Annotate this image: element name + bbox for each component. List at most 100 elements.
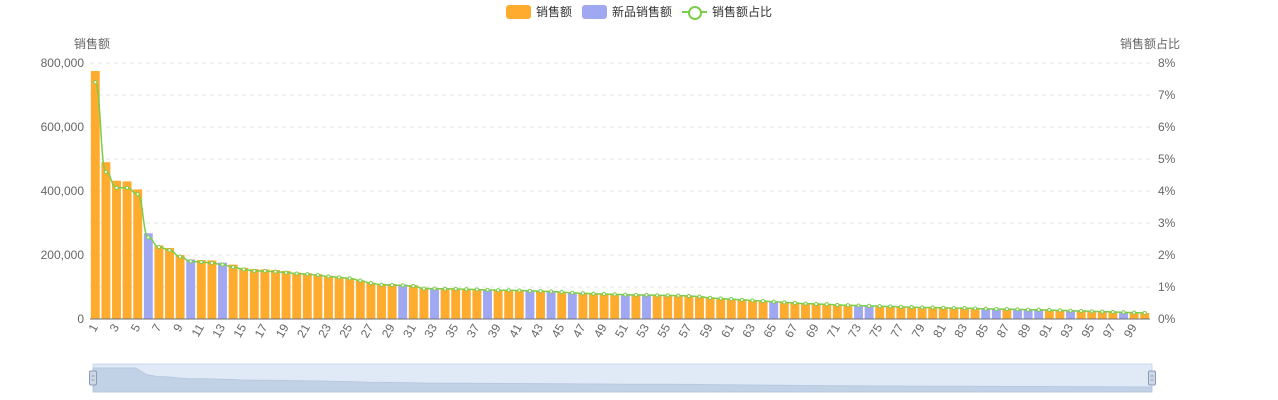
sales-bar[interactable] xyxy=(578,293,588,319)
sales-bar[interactable] xyxy=(493,289,503,319)
ratio-point[interactable] xyxy=(549,289,554,294)
ratio-point[interactable] xyxy=(962,306,967,311)
ratio-point[interactable] xyxy=(633,292,639,298)
ratio-point[interactable] xyxy=(835,302,840,308)
sales-bar[interactable] xyxy=(461,288,471,319)
ratio-point[interactable] xyxy=(103,169,109,174)
ratio-point[interactable] xyxy=(241,267,246,272)
ratio-point[interactable] xyxy=(1015,307,1020,312)
new-sales-bar[interactable] xyxy=(430,287,439,319)
sales-bar[interactable] xyxy=(811,303,821,319)
ratio-point[interactable] xyxy=(167,248,172,253)
sales-bar[interactable] xyxy=(536,291,545,319)
ratio-point[interactable] xyxy=(665,293,670,298)
sales-bar[interactable] xyxy=(239,267,249,319)
sales-bar[interactable] xyxy=(716,298,726,319)
ratio-point[interactable] xyxy=(1047,307,1052,313)
sales-bar[interactable] xyxy=(302,273,312,319)
ratio-point[interactable] xyxy=(845,303,851,308)
ratio-point[interactable] xyxy=(379,282,384,287)
ratio-point[interactable] xyxy=(464,287,469,292)
sales-bar[interactable] xyxy=(695,296,704,319)
sales-bar[interactable] xyxy=(122,181,132,319)
ratio-point[interactable] xyxy=(220,262,225,267)
sales-bar[interactable] xyxy=(112,180,121,319)
sales-bar[interactable] xyxy=(355,280,365,319)
ratio-point[interactable] xyxy=(1026,307,1031,312)
sales-bar[interactable] xyxy=(377,283,386,319)
ratio-point[interactable] xyxy=(411,283,416,289)
ratio-point[interactable] xyxy=(337,275,342,280)
sales-bar[interactable] xyxy=(345,278,355,319)
ratio-point[interactable] xyxy=(570,290,575,295)
sales-bar[interactable] xyxy=(673,295,683,319)
sales-bar[interactable] xyxy=(281,271,291,319)
sales-bar[interactable] xyxy=(90,71,100,319)
ratio-point[interactable] xyxy=(1089,309,1094,314)
ratio-point[interactable] xyxy=(771,299,776,304)
ratio-point[interactable] xyxy=(538,289,543,294)
sales-bar[interactable] xyxy=(514,290,524,319)
new-sales-bar[interactable] xyxy=(218,262,227,319)
new-sales-bar[interactable] xyxy=(769,301,779,319)
ratio-point[interactable] xyxy=(517,288,522,293)
ratio-point[interactable] xyxy=(983,306,988,311)
ratio-point[interactable] xyxy=(178,254,183,259)
new-sales-bar[interactable] xyxy=(398,284,408,319)
ratio-point[interactable] xyxy=(761,298,766,304)
sales-bar[interactable] xyxy=(589,293,598,319)
sales-bar[interactable] xyxy=(366,282,376,319)
ratio-point[interactable] xyxy=(856,303,861,308)
zoom-handle-left[interactable] xyxy=(89,370,97,386)
ratio-point[interactable] xyxy=(612,292,617,297)
sales-bar[interactable] xyxy=(726,299,736,319)
ratio-point[interactable] xyxy=(930,305,935,310)
ratio-point[interactable] xyxy=(1142,310,1147,316)
sales-bar[interactable] xyxy=(334,277,344,319)
ratio-point[interactable] xyxy=(994,306,999,312)
sales-bar[interactable] xyxy=(801,303,810,319)
ratio-point[interactable] xyxy=(114,185,119,190)
ratio-point[interactable] xyxy=(368,281,373,286)
ratio-point[interactable] xyxy=(1004,306,1010,312)
ratio-point[interactable] xyxy=(305,272,310,277)
sales-bar[interactable] xyxy=(631,295,641,319)
ratio-point[interactable] xyxy=(697,294,702,299)
ratio-point[interactable] xyxy=(146,235,151,240)
sales-bar[interactable] xyxy=(599,294,609,319)
sales-bar[interactable] xyxy=(260,269,270,319)
ratio-point[interactable] xyxy=(951,306,957,311)
ratio-point[interactable] xyxy=(284,270,289,275)
new-sales-bar[interactable] xyxy=(525,290,535,319)
ratio-point[interactable] xyxy=(262,268,267,274)
ratio-point[interactable] xyxy=(390,282,395,288)
sales-bar[interactable] xyxy=(228,264,238,319)
ratio-point[interactable] xyxy=(941,305,946,310)
ratio-point[interactable] xyxy=(623,292,628,297)
sales-bar[interactable] xyxy=(133,189,143,319)
ratio-point[interactable] xyxy=(824,302,829,307)
ratio-point[interactable] xyxy=(814,301,819,307)
sales-bar[interactable] xyxy=(165,247,174,319)
ratio-point[interactable] xyxy=(1132,310,1137,315)
ratio-point[interactable] xyxy=(792,300,798,306)
ratio-point[interactable] xyxy=(888,304,893,309)
ratio-point[interactable] xyxy=(294,271,299,276)
sales-bar[interactable] xyxy=(779,302,789,319)
ratio-point[interactable] xyxy=(898,304,904,309)
ratio-point[interactable] xyxy=(803,301,808,306)
sales-bar[interactable] xyxy=(790,303,800,319)
sales-bar[interactable] xyxy=(684,295,694,319)
ratio-point[interactable] xyxy=(432,286,437,291)
ratio-point[interactable] xyxy=(315,273,320,278)
sales-bar[interactable] xyxy=(758,301,768,319)
ratio-point[interactable] xyxy=(400,283,405,288)
ratio-point[interactable] xyxy=(188,259,193,264)
zoom-selected-range[interactable] xyxy=(93,364,1152,392)
ratio-point[interactable] xyxy=(1068,308,1073,313)
ratio-point[interactable] xyxy=(708,295,713,300)
ratio-point[interactable] xyxy=(580,291,586,296)
ratio-point[interactable] xyxy=(125,185,130,190)
new-sales-bar[interactable] xyxy=(642,295,651,319)
sales-bar[interactable] xyxy=(271,270,280,319)
